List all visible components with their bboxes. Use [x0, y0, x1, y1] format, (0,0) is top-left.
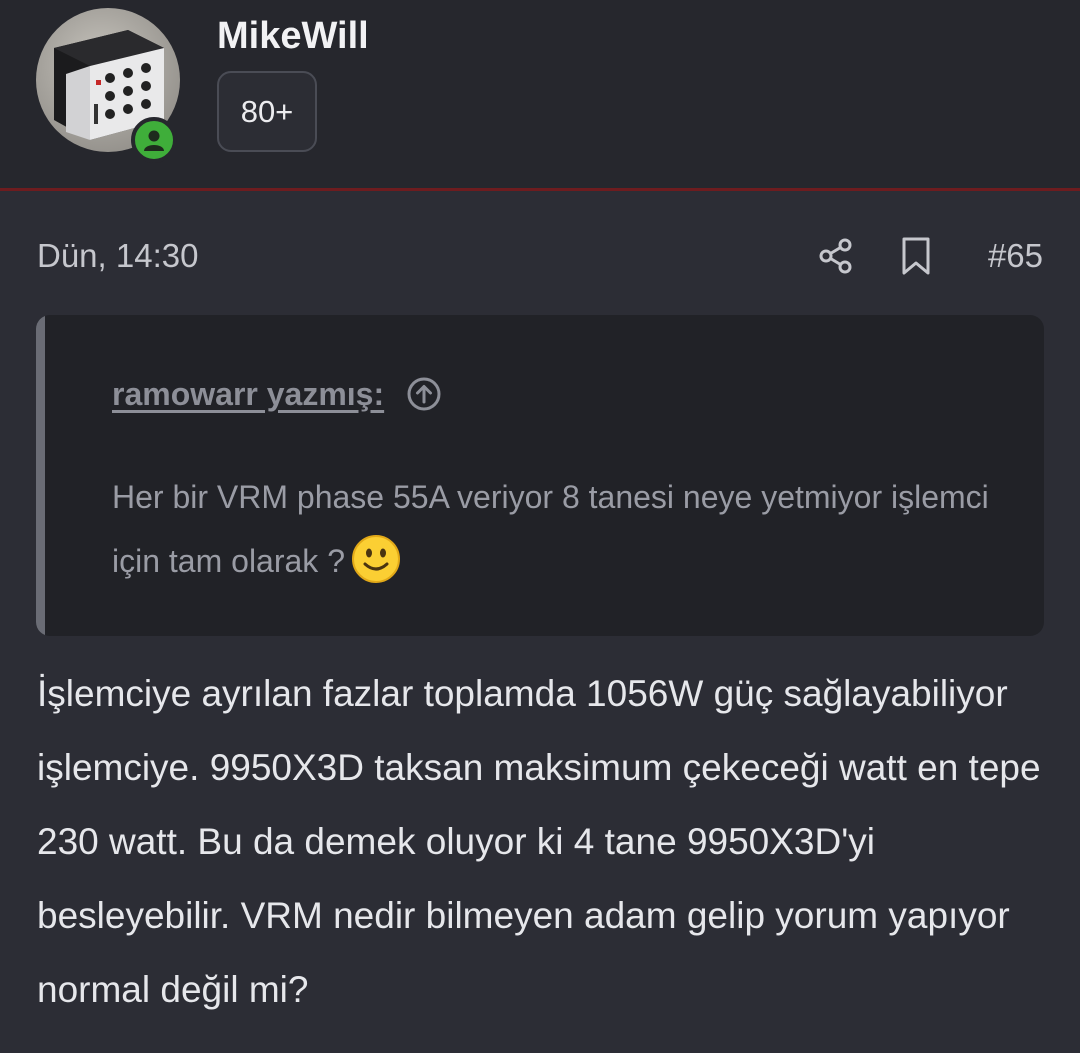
share-icon — [819, 238, 852, 274]
bookmark-icon — [902, 237, 930, 275]
slightly-smiling-face-icon — [351, 534, 400, 583]
quote-text: Her bir VRM phase 55A veriyor 8 tanesi n… — [112, 465, 1012, 593]
post-meta-row: Dün, 14:30 #65 — [37, 232, 1043, 280]
rank-badge: 80+ — [217, 71, 317, 152]
share-button[interactable] — [816, 236, 856, 276]
quote-text-content: Her bir VRM phase 55A veriyor 8 tanesi n… — [112, 479, 989, 579]
username[interactable]: MikeWill — [217, 12, 369, 60]
header-divider — [0, 188, 1080, 191]
post-date[interactable]: Dün, 14:30 — [37, 232, 198, 280]
post-body-text: İşlemciye ayrılan fazlar toplamda 1056W … — [37, 673, 1041, 1010]
quote-block: ramowarr yazmış: Her bir VRM phase 55A v… — [36, 315, 1044, 636]
quote-attribution: ramowarr yazmış: — [112, 371, 442, 417]
user-online-icon — [144, 130, 164, 151]
quote-author-link[interactable]: ramowarr yazmış: — [112, 371, 384, 417]
post-author-header: MikeWill 80+ — [0, 0, 1080, 188]
online-status-badge — [131, 117, 177, 163]
bookmark-button[interactable] — [899, 236, 933, 276]
quote-left-bar — [36, 315, 45, 636]
arrow-up-circle-icon[interactable] — [406, 376, 442, 412]
post-number-link[interactable]: #65 — [988, 232, 1043, 280]
